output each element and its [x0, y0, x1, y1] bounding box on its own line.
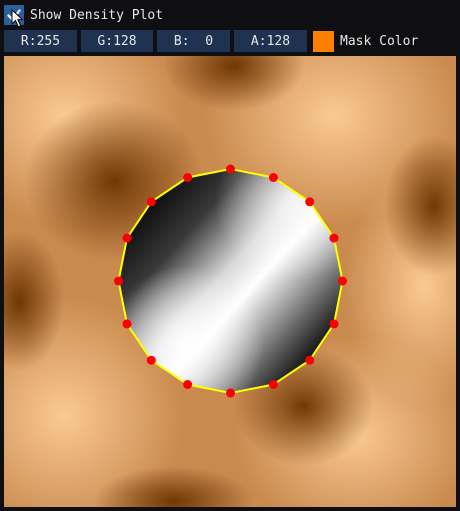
green-channel-field[interactable]: G:128 [81, 30, 153, 52]
show-density-row: Show Density Plot [4, 4, 163, 26]
red-channel-field[interactable]: R:255 [4, 30, 77, 52]
polygon-vertex-handle[interactable] [329, 233, 339, 243]
density-plot-canvas[interactable] [4, 56, 456, 507]
polygon-vertex-handle[interactable] [226, 388, 235, 398]
alpha-channel-field[interactable]: A:128 [234, 30, 307, 52]
pointer-cursor-icon [11, 9, 24, 28]
density-plot-svg[interactable] [4, 56, 456, 507]
polygon-vertex-handle[interactable] [146, 355, 156, 365]
blue-channel-field[interactable]: B: 0 [157, 30, 230, 52]
show-density-label: Show Density Plot [30, 7, 164, 23]
polygon-vertex-handle[interactable] [305, 355, 315, 365]
polygon-vertex-handle[interactable] [268, 380, 278, 389]
polygon-vertex-handle[interactable] [305, 197, 315, 207]
polygon-vertex-handle[interactable] [183, 173, 193, 182]
polygon-vertex-handle[interactable] [146, 197, 156, 207]
polygon-vertex-handle[interactable] [338, 276, 347, 286]
polygon-vertex-handle[interactable] [183, 380, 193, 389]
polygon-vertex-handle[interactable] [329, 319, 339, 329]
color-controls-row: R:255 G:128 B: 0 A:128 Mask Color [4, 30, 418, 52]
polygon-vertex-handle[interactable] [122, 319, 132, 329]
polygon-vertex-handle[interactable] [268, 173, 278, 182]
mask-color-label: Mask Color [340, 33, 419, 49]
mask-color-swatch[interactable] [313, 30, 334, 52]
polygon-vertex-handle[interactable] [226, 164, 235, 174]
polygon-vertex-handle[interactable] [114, 276, 123, 286]
polygon-vertex-handle[interactable] [122, 233, 132, 243]
